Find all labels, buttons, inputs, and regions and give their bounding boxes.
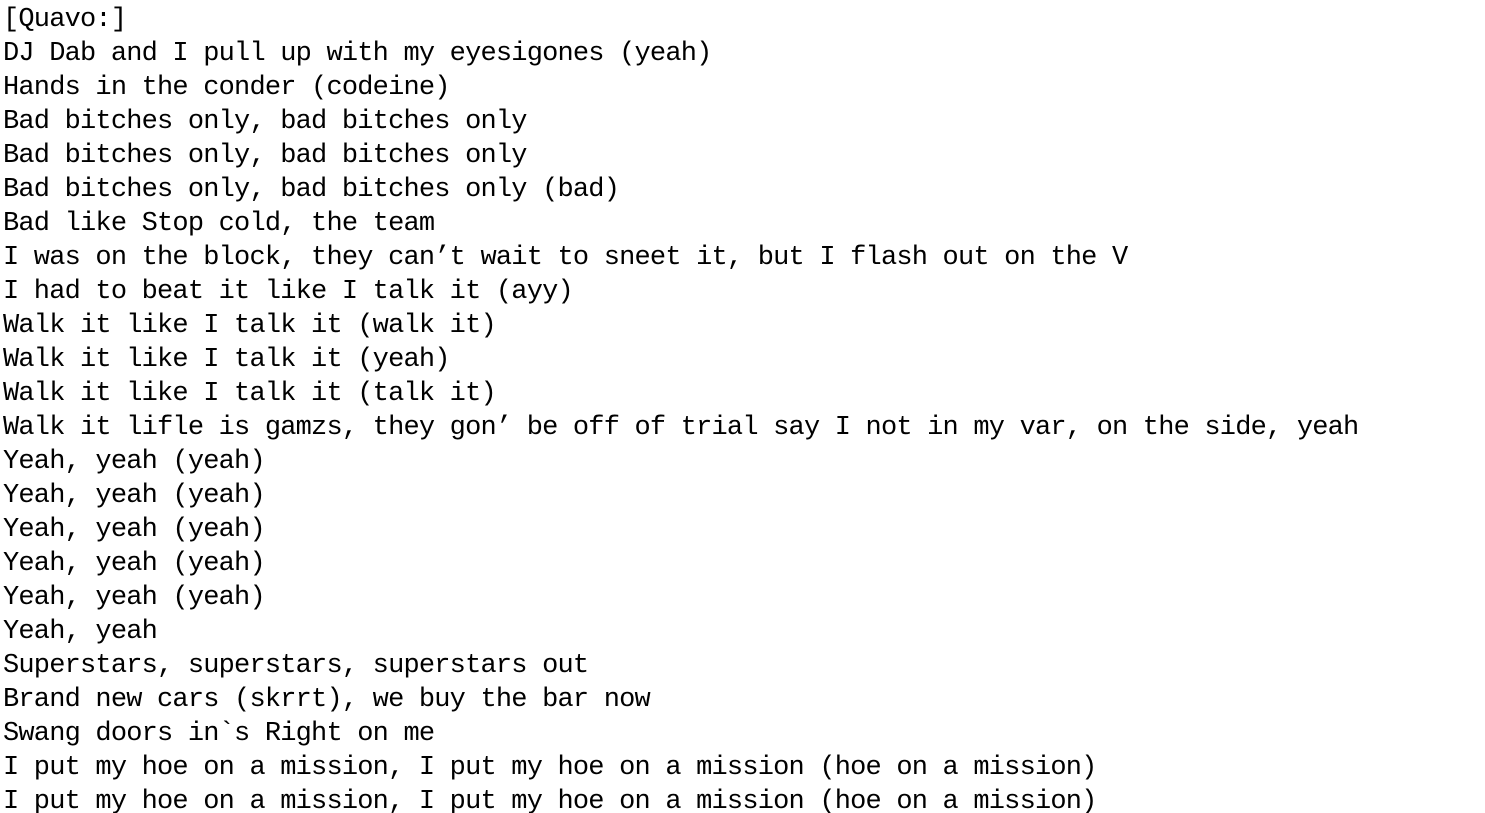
lyric-line-11: Walk it like I talk it (yeah) xyxy=(3,345,450,375)
lyric-line-19: Yeah, yeah xyxy=(3,617,158,647)
lyric-line-21: Brand new cars (skrrt), we buy the bar n… xyxy=(3,685,651,715)
lyric-line-8: I was on the block, they can’t wait to s… xyxy=(3,243,1128,273)
lyric-line-23: I put my hoe on a mission, I put my hoe … xyxy=(3,753,1097,783)
lyric-line-15: Yeah, yeah (yeah) xyxy=(3,481,266,511)
lyric-line-6: Bad bitches only, bad bitches only (bad) xyxy=(3,175,620,205)
lyric-line-17: Yeah, yeah (yeah) xyxy=(3,549,266,579)
lyric-line-18: Yeah, yeah (yeah) xyxy=(3,583,266,613)
lyrics-text-document: [Quavo:] DJ Dab and I pull up with my ey… xyxy=(0,0,1485,813)
lyric-line-10: Walk it like I talk it (walk it) xyxy=(3,311,497,341)
lyric-line-13: Walk it lifle is gamzs, they gon’ be off… xyxy=(3,413,1359,443)
lyric-line-1: [Quavo:] xyxy=(3,5,127,35)
lyric-line-9: I had to beat it like I talk it (ayy) xyxy=(3,277,574,307)
lyric-line-14: Yeah, yeah (yeah) xyxy=(3,447,266,477)
lyric-line-16: Yeah, yeah (yeah) xyxy=(3,515,266,545)
lyric-line-2: DJ Dab and I pull up with my eyesigones … xyxy=(3,39,712,69)
lyric-line-4: Bad bitches only, bad bitches only xyxy=(3,107,528,137)
lyric-line-3: Hands in the conder (codeine) xyxy=(3,73,450,103)
lyric-line-20: Superstars, superstars, superstars out xyxy=(3,651,589,681)
lyric-line-7: Bad like Stop cold, the team xyxy=(3,209,435,239)
lyric-line-22: Swang doors in`s Right on me xyxy=(3,719,435,749)
lyric-line-24: I put my hoe on a mission, I put my hoe … xyxy=(3,787,1097,813)
lyric-line-5: Bad bitches only, bad bitches only xyxy=(3,141,528,171)
lyric-line-12: Walk it like I talk it (talk it) xyxy=(3,379,497,409)
